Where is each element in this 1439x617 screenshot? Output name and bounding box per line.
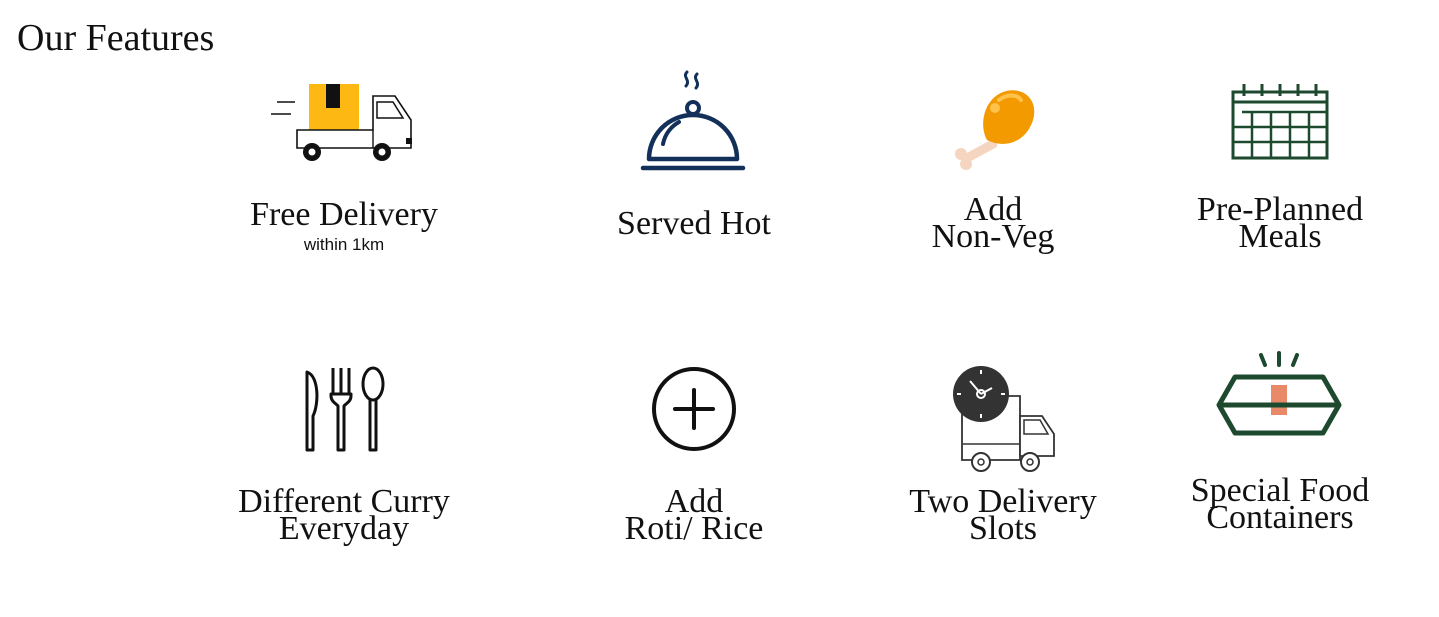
page-title: Our Features (17, 17, 215, 59)
feature-free-delivery: Free Delivery within 1km (184, 70, 504, 270)
feature-label-line2: Everyday (278, 510, 410, 547)
feature-label: Served Hot (534, 205, 854, 242)
plus-circle-icon (652, 367, 736, 451)
feature-label-line2: Roti/ Rice (624, 510, 764, 547)
feature-label: Free Delivery (184, 196, 504, 233)
clock-truck-icon (953, 366, 1055, 472)
delivery-truck-icon (271, 84, 412, 161)
feature-served-hot: Served Hot (534, 70, 854, 270)
feature-label-line2: Slots (968, 510, 1038, 547)
food-container-icon (1216, 351, 1342, 436)
feature-two-delivery-slots: Two Delivery Slots (843, 360, 1163, 560)
feature-special-food-containers: Special Food Containers (1120, 345, 1439, 545)
feature-different-curry: Different Curry Everyday (184, 360, 504, 560)
feature-label: Add Roti/ Rice (534, 485, 854, 547)
feature-label-line2: Containers (1206, 499, 1354, 536)
feature-label-line1: Free Delivery (250, 196, 438, 233)
cutlery-icon (305, 366, 385, 452)
feature-label-line1: Served Hot (617, 205, 771, 242)
feature-label: Special Food Containers (1120, 474, 1439, 536)
feature-label: Add Non-Veg (833, 193, 1153, 255)
food-cloche-icon (640, 70, 746, 171)
feature-add-non-veg: Add Non-Veg (833, 70, 1153, 270)
feature-add-roti-rice: Add Roti/ Rice (534, 360, 854, 560)
feature-label-line2: Non-Veg (931, 218, 1055, 255)
calendar-icon (1231, 84, 1329, 160)
feature-label: Pre-Planned Meals (1120, 193, 1439, 255)
feature-label: Different Curry Everyday (184, 485, 504, 547)
feature-sublabel: within 1km (303, 235, 385, 254)
chicken-leg-icon (955, 90, 1035, 170)
feature-label: Two Delivery Slots (843, 485, 1163, 547)
feature-pre-planned-meals: Pre-Planned Meals (1120, 70, 1439, 270)
feature-label-line2: Meals (1238, 218, 1322, 255)
